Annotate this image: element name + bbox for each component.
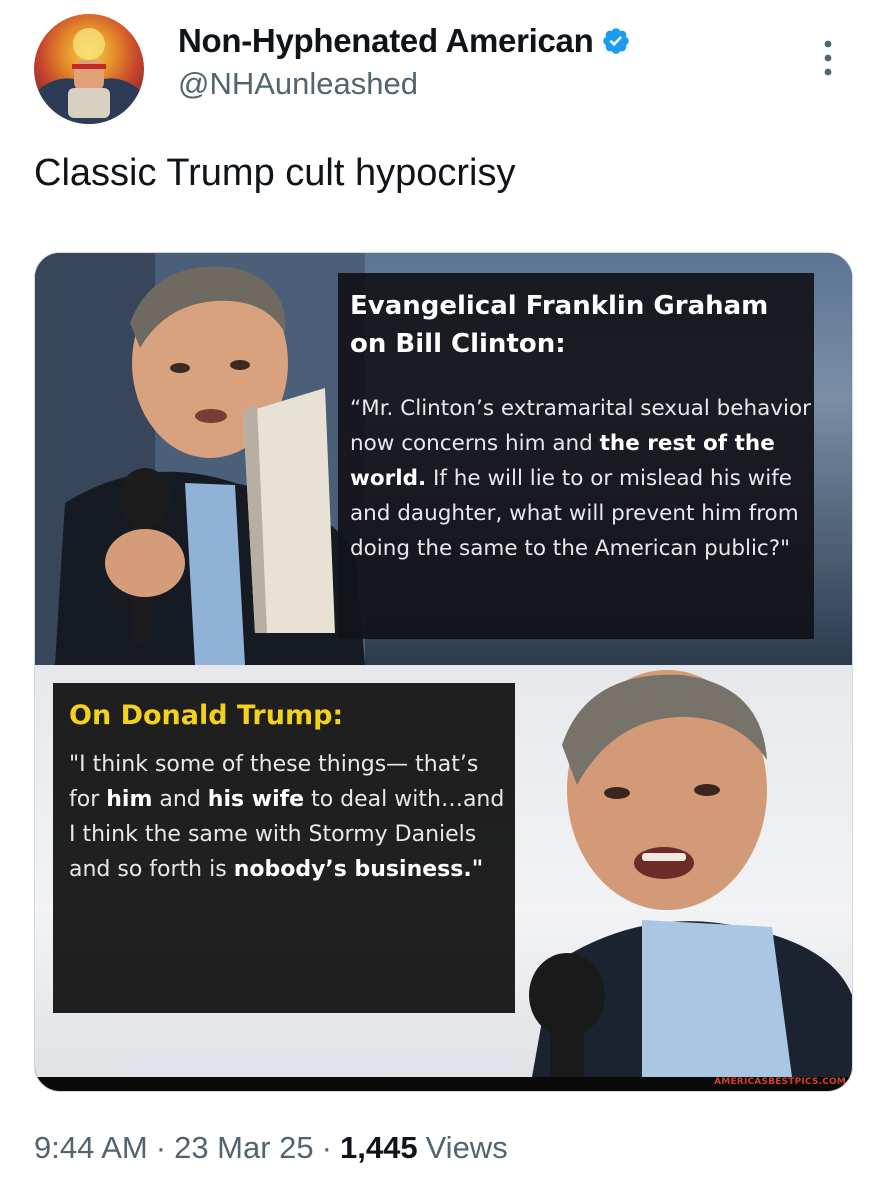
tweet-media-image[interactable]: Evangelical Franklin Graham on Bill Clin… bbox=[34, 252, 853, 1092]
meta-separator: · bbox=[155, 1130, 167, 1165]
tweet-date[interactable]: 23 Mar 25 bbox=[174, 1130, 314, 1166]
views-label[interactable]: Views bbox=[426, 1130, 508, 1166]
quote-box-clinton: Evangelical Franklin Graham on Bill Clin… bbox=[338, 273, 814, 639]
trump-quote-segment: nobody’s business." bbox=[233, 857, 484, 882]
more-options-icon[interactable] bbox=[815, 36, 841, 80]
meta-separator: · bbox=[321, 1130, 332, 1165]
clinton-quote: “Mr. Clinton’s extramarital sexual behav… bbox=[350, 391, 814, 566]
quote-box-trump: On Donald Trump: "I think some of these … bbox=[53, 683, 515, 1013]
verified-badge-icon bbox=[603, 28, 630, 54]
tweet-text: Classic Trump cult hypocrisy bbox=[34, 152, 516, 194]
clinton-heading: Evangelical Franklin Graham on Bill Clin… bbox=[350, 291, 769, 359]
trump-quote-segment: his wife bbox=[207, 787, 305, 812]
speaker-photo-bottom bbox=[529, 670, 852, 1077]
views-count[interactable]: 1,445 bbox=[340, 1130, 418, 1166]
tweet-time[interactable]: 9:44 AM bbox=[34, 1130, 148, 1166]
media-bottom-panel: On Donald Trump: "I think some of these … bbox=[35, 665, 852, 1077]
trump-quote: "I think some of these things— that’s fo… bbox=[69, 747, 509, 887]
media-top-panel: Evangelical Franklin Graham on Bill Clin… bbox=[35, 253, 852, 665]
speaker-photo-top bbox=[35, 253, 365, 665]
author-display-name[interactable]: Non-Hyphenated American bbox=[178, 22, 594, 60]
author-handle[interactable]: @NHAunleashed bbox=[178, 66, 418, 102]
tweet-meta: 9:44 AM · 23 Mar 25 · 1,445 Views bbox=[34, 1130, 508, 1166]
avatar[interactable] bbox=[34, 14, 144, 124]
watermark: AMERICASBESTPICS.COM bbox=[714, 1077, 846, 1087]
trump-heading: On Donald Trump: bbox=[69, 700, 344, 731]
trump-quote-segment: and bbox=[152, 787, 208, 812]
trump-quote-segment: him bbox=[106, 787, 153, 812]
